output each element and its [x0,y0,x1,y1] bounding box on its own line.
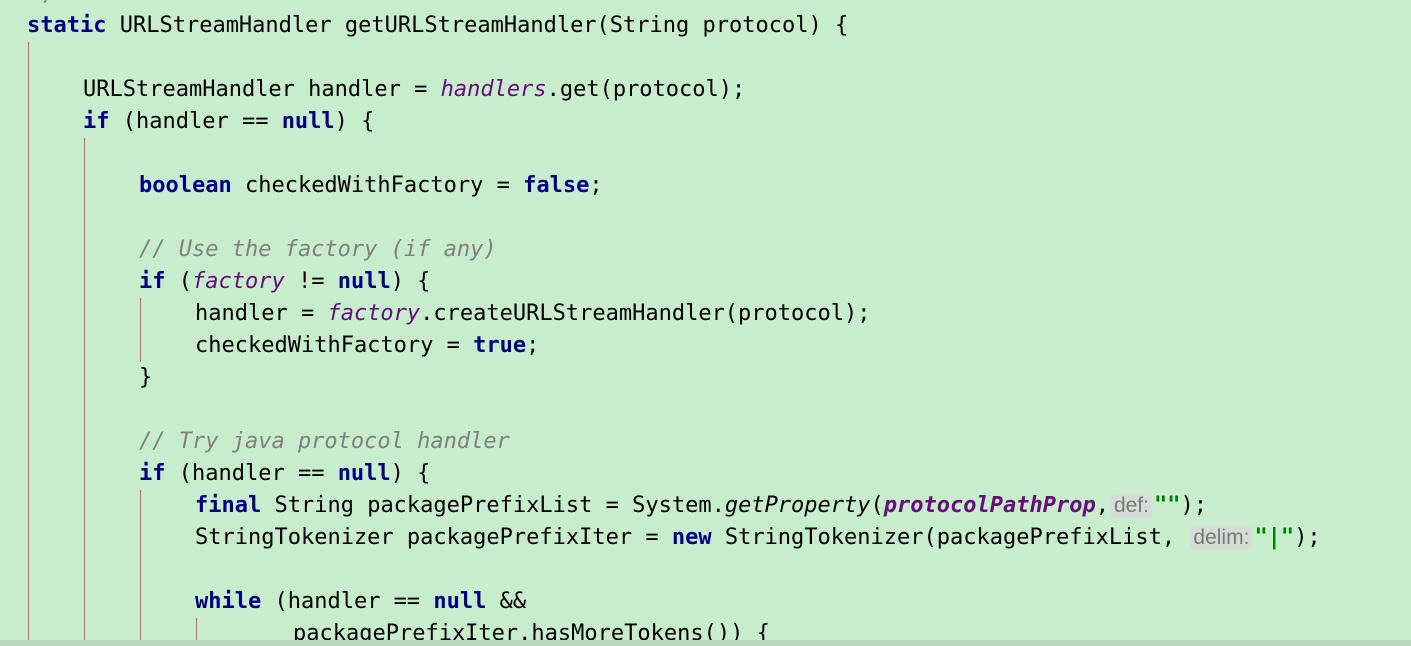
code-comment[interactable]: // Use the factory (if any) [139,234,497,266]
code-text: ) { [390,461,431,486]
keyword: static [27,13,107,38]
code-text: handler = [195,301,328,326]
indent-guide [140,490,141,646]
code-text: URLStreamHandler getURLStreamHandler(Str… [106,13,849,38]
code-text: ) { [390,269,431,294]
code-text: checkedWithFactory = [195,333,474,358]
code-text: checkedWithFactory = [231,173,524,198]
code-text: ; [526,333,540,358]
code-line[interactable]: if (handler == null) { [83,106,374,138]
code-text: .get(protocol); [546,77,746,102]
code-text: ( [870,493,884,518]
code-line[interactable]: checkedWithFactory = true; [195,330,539,362]
code-text: != [284,269,338,294]
code-line[interactable]: } [139,362,152,394]
code-text: ( [165,269,192,294]
keyword: null [281,109,335,134]
field-ref: factory [192,269,285,294]
indent-guide [84,138,85,646]
code-text: ; [589,173,603,198]
indent-guide [140,298,141,362]
code-line[interactable]: while (handler == null && [195,586,526,618]
string-literal: "" [1153,493,1181,518]
keyword: true [473,333,527,358]
comment-text: // Use the factory (if any) [139,237,497,262]
keyword: new [671,525,712,550]
keyword: final [195,493,262,518]
code-text: (handler == [165,461,338,486]
code-text: ) { [334,109,375,134]
keyword: boolean [139,173,232,198]
code-text: && [486,589,527,614]
keyword: if [139,269,166,294]
horizontal-scrollbar[interactable] [0,640,1411,646]
code-line[interactable]: StringTokenizer packagePrefixIter = new … [195,522,1321,554]
parameter-hint: def: [1110,494,1152,518]
comment-end-fragment: */ [30,0,57,7]
code-text: , [1095,493,1109,518]
code-text: (handler == [109,109,282,134]
keyword: if [83,109,110,134]
string-literal: "|" [1254,525,1295,550]
field-ref: handlers [440,77,547,102]
keyword: null [337,269,391,294]
code-text: .createURLStreamHandler(protocol); [420,301,871,326]
code-line[interactable]: boolean checkedWithFactory = false; [139,170,603,202]
code-text: String packagePrefixList = System. [261,493,725,518]
code-line[interactable]: if (handler == null) { [139,458,430,490]
code-text: } [139,365,153,390]
code-text: URLStreamHandler handler = [83,77,441,102]
code-text: StringTokenizer packagePrefixIter = [195,525,672,550]
parameter-hint: delim: [1190,526,1253,550]
static-method-ref: getProperty [724,493,871,518]
code-line[interactable]: handler = factory.createURLStreamHandler… [195,298,871,330]
keyword: null [337,461,391,486]
code-text: StringTokenizer(packagePrefixList, [711,525,1189,550]
keyword: false [523,173,590,198]
code-text: ); [1180,493,1207,518]
code-text: ); [1294,525,1321,550]
code-text: (handler == [261,589,434,614]
field-ref: factory [327,301,421,326]
keyword: while [195,589,262,614]
code-line[interactable]: if (factory != null) { [139,266,430,298]
code-editor[interactable]: */ static URLStreamHandler getURLStreamH… [0,0,1411,646]
code-line[interactable]: URLStreamHandler handler = handlers.get(… [83,74,745,106]
comment-text: // Try java protocol handler [139,429,510,454]
keyword: null [433,589,487,614]
indent-guide [28,42,29,646]
keyword: if [139,461,166,486]
code-comment[interactable]: // Try java protocol handler [139,426,510,458]
static-field-ref: protocolPathProp [883,493,1096,518]
code-line[interactable]: static URLStreamHandler getURLStreamHand… [27,10,848,42]
code-line[interactable]: final String packagePrefixList = System.… [195,490,1207,522]
